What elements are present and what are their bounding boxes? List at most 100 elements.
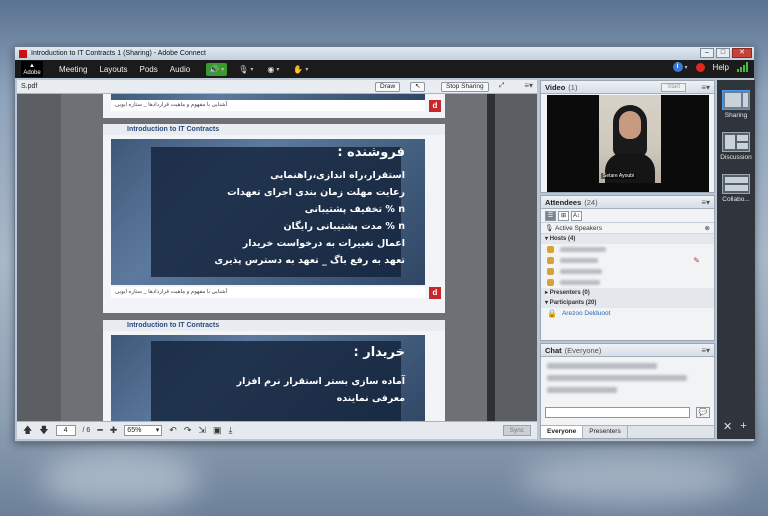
page-number-input[interactable]: 4 — [55, 425, 76, 436]
layout-sharing[interactable]: Sharing — [720, 90, 752, 119]
send-message-button[interactable]: 💬 — [696, 407, 710, 418]
fit-width-icon[interactable]: ⇲ — [198, 425, 206, 436]
document-scrollbar[interactable] — [487, 94, 495, 421]
camera-button[interactable]: ◉ ▾ — [264, 63, 282, 76]
pod-options-icon[interactable]: ≡▾ — [701, 83, 710, 92]
speaker-button[interactable]: 🔊 ▾ — [206, 62, 228, 76]
attendee-row[interactable] — [541, 266, 714, 277]
slide-footer: آشنایی با مفهوم و ماهیت قراردادها _ ستار… — [111, 100, 425, 111]
attendee-row[interactable]: ✎ — [541, 255, 714, 266]
list-view-icon[interactable]: ☰ — [545, 210, 556, 221]
pod-options-icon[interactable]: ≡▾ — [701, 198, 710, 207]
menu-meeting[interactable]: Meeting — [59, 65, 87, 74]
share-pod-header: S.pdf Draw ↖ Stop Sharing ⤢ ≡▾ — [17, 80, 537, 94]
attendee-count: (24) — [584, 197, 598, 207]
chat-tabs: Everyone Presenters — [541, 425, 714, 438]
attendee-view-tools: ☰ ⊞ A↕ — [541, 209, 714, 223]
webcam-icon: ◉ — [267, 64, 275, 74]
host-icon — [547, 268, 554, 275]
pointer-tool-button[interactable]: ↖ — [410, 82, 426, 92]
zoom-select[interactable]: 65% — [124, 425, 163, 436]
rotate-left-icon[interactable]: ↶ — [169, 425, 177, 436]
background-blur — [40, 450, 200, 510]
page-total: / 6 — [82, 427, 91, 434]
settings-tools-icon[interactable]: ✕ — [723, 420, 732, 433]
rotate-right-icon[interactable]: ↷ — [184, 425, 192, 436]
active-speakers-label: Active Speakers — [555, 225, 602, 232]
start-webcam-button[interactable]: Start — [661, 83, 686, 92]
layouts-bar: Sharing Discussion Collabo... ✕ + — [717, 80, 755, 439]
slide-logo: d — [429, 100, 441, 112]
layout-thumbnail — [722, 132, 750, 152]
participant-icon: 🔒 — [547, 309, 557, 318]
background-blur — [520, 455, 740, 505]
document-toolbar: 🡅 🡇 4 / 6 ━ ✚ 65% ↶ ↷ ⇲ ▣ ⤓ Sync — [17, 421, 537, 439]
minimize-button[interactable]: – — [700, 48, 714, 58]
menu-audio[interactable]: Audio — [170, 65, 190, 74]
next-page-button[interactable]: 🡇 — [39, 423, 48, 439]
full-page-icon[interactable]: ▣ — [213, 425, 222, 436]
share-pod-title: S.pdf — [21, 83, 38, 90]
participant-video — [599, 95, 661, 183]
chat-audience: (Everyone) — [564, 345, 602, 355]
slide-heading: خریدار : — [353, 345, 405, 360]
document-viewer[interactable]: آشنایی با مفهوم و ماهیت قراردادها _ ستار… — [17, 94, 537, 421]
layout-label: Sharing — [724, 112, 748, 119]
attendees-pod: Attendees (24) ≡▾ ☰ ⊞ A↕ 🎙 Active Speake… — [540, 195, 715, 341]
pod-options-icon[interactable]: ≡▾ — [524, 81, 533, 90]
host-icon — [547, 279, 554, 286]
participants-group[interactable]: ▾ Participants (20) — [541, 298, 714, 308]
tab-everyone[interactable]: Everyone — [541, 426, 584, 438]
microphone-button[interactable]: 🎙 ▾ — [235, 63, 256, 76]
attendees-pod-header: Attendees (24) ≡▾ — [541, 196, 714, 209]
status-icon: ✋ — [293, 64, 304, 74]
draw-button[interactable]: Draw — [375, 82, 401, 92]
speaker-icon: 🔊 — [209, 64, 220, 74]
slide-bullets: استقرار،راه اندازی،راهنمایی رعایت مهلت ز… — [214, 170, 405, 266]
close-icon[interactable]: ⊗ — [705, 223, 710, 234]
zoom-in-button[interactable]: ✚ — [110, 425, 118, 436]
app-icon — [19, 49, 27, 58]
adobe-connect-window: Introduction to IT Contracts 1 (Sharing)… — [14, 46, 755, 442]
attendee-row[interactable]: 🔒 Arezoo Delduoot — [541, 308, 714, 319]
maximize-button[interactable]: □ — [716, 48, 730, 58]
active-speakers-row[interactable]: 🎙 Active Speakers ⊗ — [541, 223, 714, 234]
menu-layouts[interactable]: Layouts — [99, 65, 127, 74]
layout-collaboration[interactable]: Collabo... — [720, 174, 752, 203]
slide-bullets: آماده سازی بستر استقرار نرم افزار معرفی … — [236, 376, 405, 404]
sort-icon[interactable]: A↕ — [571, 210, 582, 221]
share-pod: S.pdf Draw ↖ Stop Sharing ⤢ ≡▾ آشنایی با… — [17, 80, 537, 439]
layout-thumbnail — [722, 90, 750, 110]
slide-seller: Introduction to IT Contracts فروشنده : ا… — [103, 124, 445, 313]
tab-presenters[interactable]: Presenters — [583, 426, 628, 438]
breakout-view-icon[interactable]: ⊞ — [558, 210, 569, 221]
hosts-group[interactable]: ▾ Hosts (4) — [541, 234, 714, 244]
layout-label: Collabo... — [722, 196, 750, 203]
microphone-icon: 🎙 — [545, 225, 554, 232]
add-layout-icon[interactable]: + — [740, 420, 746, 433]
record-icon[interactable] — [695, 62, 705, 72]
pod-options-icon[interactable]: ≡▾ — [701, 346, 710, 355]
video-pod: Video (1) Start ≡▾ Setare Ayoubi — [540, 80, 715, 193]
layout-tools: ✕ + — [723, 420, 747, 433]
sync-button[interactable]: Sync — [502, 425, 531, 436]
webcam-name-label: Setare Ayoubi — [601, 173, 637, 179]
attendee-row[interactable] — [541, 277, 714, 288]
stop-sharing-button[interactable]: Stop Sharing — [441, 82, 489, 92]
chat-input[interactable] — [545, 407, 690, 418]
download-icon[interactable]: ⤓ — [228, 425, 232, 436]
presenters-group[interactable]: ▸ Presenters (0) — [541, 288, 714, 298]
info-button[interactable]: i ▾ — [672, 62, 688, 72]
previous-page-button[interactable]: 🡅 — [23, 423, 32, 439]
raise-hand-button[interactable]: ✋ ▾ — [290, 63, 311, 76]
chat-pod-header: Chat (Everyone) ≡▾ — [541, 344, 714, 357]
fullscreen-button[interactable]: ⤢ — [495, 82, 508, 92]
attendee-row[interactable] — [541, 244, 714, 255]
menu-pods[interactable]: Pods — [140, 65, 158, 74]
host-icon — [547, 246, 554, 253]
zoom-out-button[interactable]: ━ — [97, 425, 102, 436]
video-pod-title: Video — [545, 82, 566, 92]
close-button[interactable]: ✕ — [732, 48, 752, 58]
help-menu[interactable]: Help — [713, 63, 729, 72]
layout-discussion[interactable]: Discussion — [720, 132, 752, 161]
